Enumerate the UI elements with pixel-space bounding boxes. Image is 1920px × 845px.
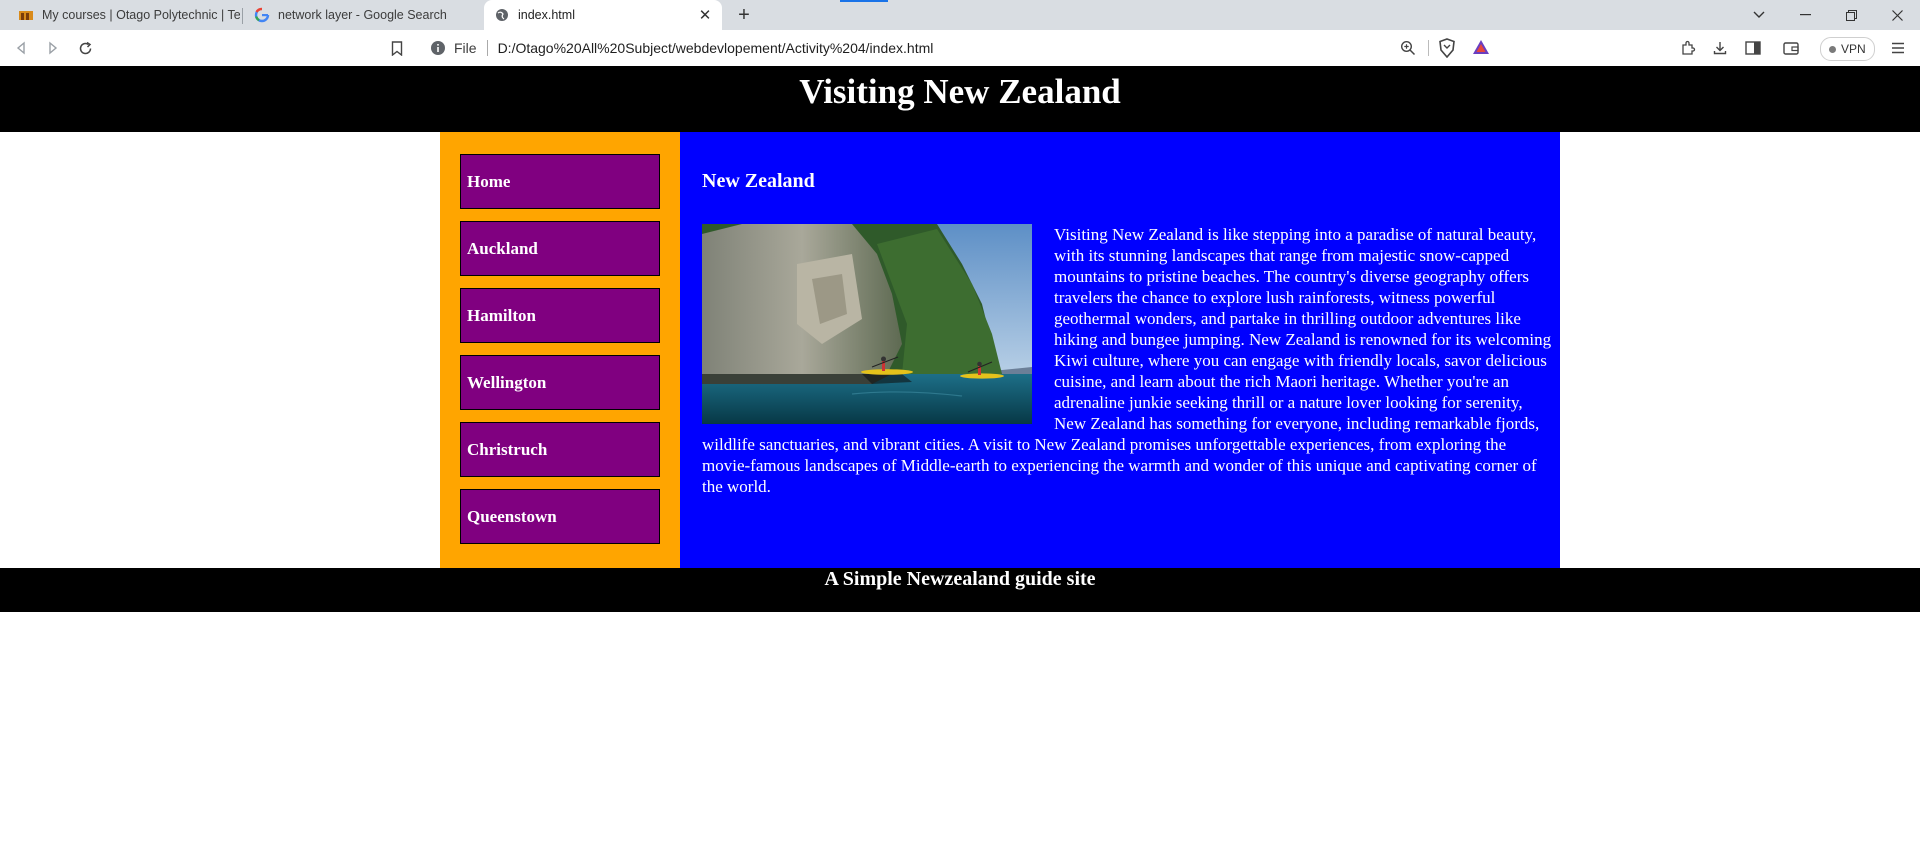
loading-indicator (840, 0, 888, 2)
minimize-icon[interactable] (1782, 0, 1828, 30)
url-scheme-label: File (454, 40, 477, 56)
close-window-icon[interactable] (1874, 0, 1920, 30)
new-tab-icon[interactable]: + (733, 4, 755, 26)
zoom-icon[interactable] (1400, 40, 1416, 59)
site-header: Visiting New Zealand (0, 66, 1920, 132)
reload-icon[interactable] (73, 36, 97, 60)
url-divider (1428, 40, 1429, 56)
sidebar-nav: Home Auckland Hamilton Wellington Christ… (440, 132, 680, 568)
page-title: Visiting New Zealand (799, 72, 1121, 111)
tab-divider (242, 8, 243, 24)
extensions-icon[interactable] (1676, 36, 1700, 60)
brave-rewards-icon[interactable] (1472, 39, 1490, 58)
back-icon[interactable] (9, 36, 33, 60)
nav-item-hamilton[interactable]: Hamilton (460, 288, 660, 343)
close-tab-icon[interactable]: ✕ (696, 6, 714, 24)
tab-search-chevron-icon[interactable] (1736, 0, 1782, 30)
main-content: New Zealand Visiting New Zealand is like… (680, 132, 1560, 568)
info-icon[interactable] (430, 40, 446, 59)
google-icon (254, 7, 270, 23)
kayak-lake-photo (702, 224, 1032, 424)
nav-item-queenstown[interactable]: Queenstown (460, 489, 660, 544)
menu-icon[interactable] (1886, 36, 1910, 60)
brave-shield-icon[interactable] (1438, 38, 1456, 61)
footer-text: A Simple Newzealand guide site (824, 568, 1096, 590)
tab-title: My courses | Otago Polytechnic | Te P (42, 8, 240, 22)
url-divider (486, 40, 488, 56)
nav-item-auckland[interactable]: Auckland (460, 221, 660, 276)
site-footer: A Simple Newzealand guide site (0, 568, 1920, 612)
article-body: Visiting New Zealand is like stepping in… (702, 224, 1554, 497)
downloads-icon[interactable] (1708, 36, 1732, 60)
restore-icon[interactable] (1828, 0, 1874, 30)
tab-title: network layer - Google Search (278, 8, 447, 22)
tab-strip: My courses | Otago Polytechnic | Te P ne… (0, 0, 1920, 30)
nav-item-home[interactable]: Home (460, 154, 660, 209)
tab-otago-courses[interactable]: My courses | Otago Polytechnic | Te P (8, 0, 240, 30)
sidebar-toggle-icon[interactable] (1741, 36, 1765, 60)
url-text[interactable]: D:/Otago%20All%20Subject/webdevlopement/… (498, 40, 934, 56)
web-page: Visiting New Zealand Home Auckland Hamil… (0, 66, 1920, 845)
tab-title: index.html (518, 8, 575, 22)
section-heading: New Zealand (702, 170, 815, 192)
nav-item-wellington[interactable]: Wellington (460, 355, 660, 410)
globe-icon (494, 7, 510, 23)
wallet-icon[interactable] (1779, 36, 1803, 60)
vpn-label: VPN (1841, 42, 1866, 56)
tab-index-html[interactable]: index.html ✕ (484, 0, 722, 30)
address-bar[interactable]: File D:/Otago%20All%20Subject/webdevlope… (420, 33, 1500, 63)
tab-google-search[interactable]: network layer - Google Search (244, 0, 480, 30)
bookmark-icon[interactable] (385, 36, 409, 60)
forward-icon[interactable] (41, 36, 65, 60)
otago-favicon-icon (18, 7, 34, 23)
nav-item-christruch[interactable]: Christruch (460, 422, 660, 477)
vpn-button[interactable]: VPN (1820, 37, 1875, 61)
vpn-status-icon (1829, 45, 1836, 53)
browser-toolbar: File D:/Otago%20All%20Subject/webdevlope… (0, 30, 1920, 66)
